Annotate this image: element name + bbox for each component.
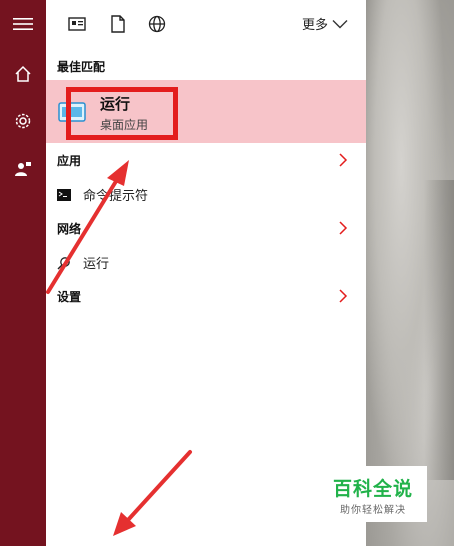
- web-item-run[interactable]: 运行: [57, 253, 109, 272]
- cmd-icon: [57, 188, 71, 201]
- menu-icon[interactable]: [0, 4, 46, 44]
- start-rail: [0, 0, 46, 546]
- more-filters-button[interactable]: 更多: [302, 14, 348, 33]
- watermark-title: 百科全说: [332, 478, 413, 500]
- settings-gear-icon[interactable]: [0, 101, 46, 141]
- apps-header[interactable]: 应用: [57, 152, 81, 169]
- settings-header[interactable]: 设置: [57, 288, 81, 305]
- app-item-label: 命令提示符: [83, 189, 149, 204]
- watermark-slogan: 助你轻松解决: [340, 505, 406, 516]
- apps-chevron-right-icon[interactable]: [338, 153, 348, 167]
- web-item-label: 运行: [83, 257, 110, 272]
- search-icon: [57, 256, 70, 270]
- documents-filter-icon[interactable]: [67, 14, 87, 34]
- best-match-result[interactable]: 运行 桌面应用: [46, 80, 366, 143]
- web-chevron-right-icon[interactable]: [338, 221, 348, 235]
- desktop-background: [366, 0, 454, 546]
- watermark-logo: 百科全说 助你轻松解决: [319, 466, 427, 522]
- more-label: 更多: [302, 18, 329, 33]
- home-icon[interactable]: [0, 54, 46, 94]
- best-match-header: 最佳匹配: [57, 60, 106, 74]
- chevron-down-icon: [332, 19, 348, 28]
- annotation-highlight-box: [66, 87, 178, 140]
- web-header[interactable]: 网络: [57, 220, 81, 237]
- app-item-cmd[interactable]: 命令提示符: [57, 185, 148, 204]
- file-filter-icon[interactable]: [108, 14, 128, 34]
- web-filter-icon[interactable]: [147, 14, 167, 34]
- filter-bar: 更多: [46, 0, 366, 48]
- search-results-panel: 更多 最佳匹配 运行 桌面应用 应用 命令提示符 网络 运行 设置: [46, 0, 366, 546]
- user-feedback-icon[interactable]: [0, 149, 46, 189]
- settings-chevron-right-icon[interactable]: [338, 289, 348, 303]
